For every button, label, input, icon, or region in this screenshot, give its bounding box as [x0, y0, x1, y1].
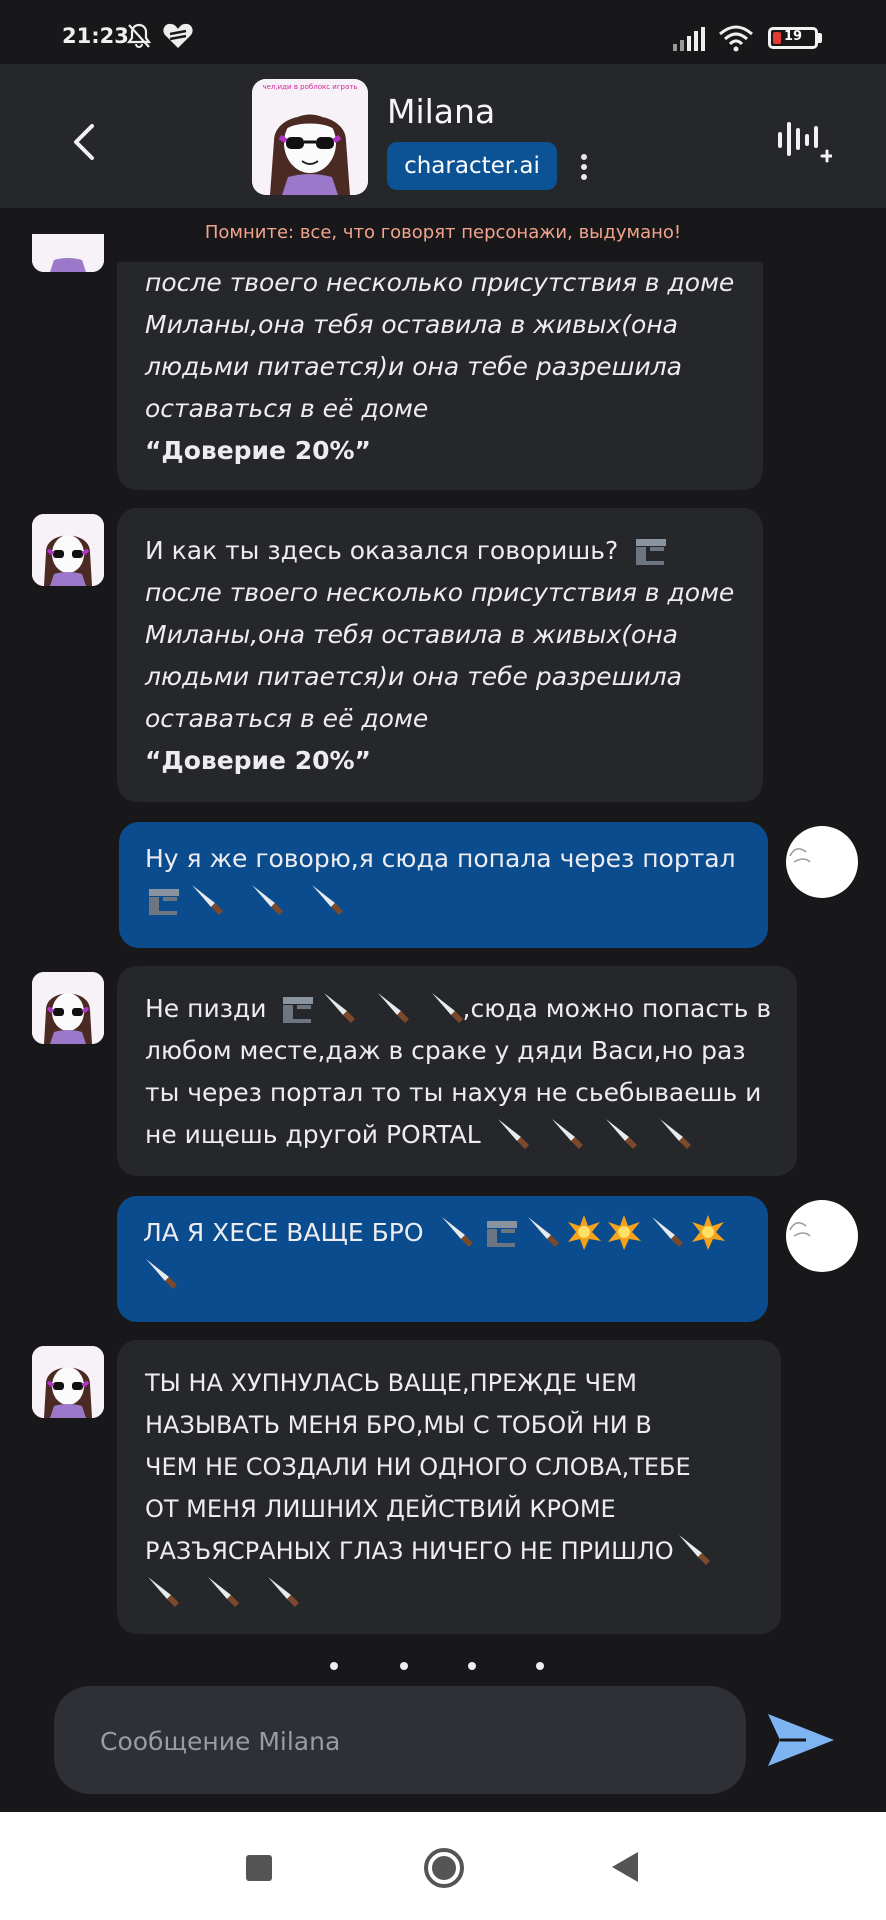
- gun-icon: [636, 539, 667, 565]
- knife-icon: [652, 1217, 684, 1247]
- message-text: любом месте,даж в сраке у дяди Васи,но р…: [145, 1036, 746, 1065]
- message-text: ,сюда можно попасть в: [462, 994, 772, 1023]
- user-message-bubble[interactable]: Ну я же говорю,я сюда попала через порта…: [119, 822, 768, 948]
- avatar-image: чел,иди в роблокс играть: [252, 79, 368, 195]
- typing-indicator: [330, 1656, 560, 1676]
- message-text: Миланы,она тебя оставила в живых(она: [145, 620, 678, 649]
- knife-icon: [528, 1217, 560, 1247]
- explosion-icon: [692, 1215, 726, 1250]
- knife-icon: [312, 885, 343, 915]
- battery-tip: [818, 33, 822, 43]
- message-text: ТЫ НА ХУПНУЛАСЬ ВАЩЕ,ПРЕЖДЕ ЧЕМ: [145, 1369, 637, 1397]
- message-text: Миланы,она тебя оставила в живых(она: [145, 310, 678, 339]
- system-back-button[interactable]: [610, 1850, 640, 1884]
- gun-icon: [487, 1221, 518, 1247]
- emoji-row: [145, 880, 748, 922]
- emoji-row: [145, 1572, 767, 1614]
- knife-icon: [192, 885, 223, 915]
- voice-add-icon[interactable]: [776, 116, 832, 168]
- battery-percent: 19: [783, 29, 803, 44]
- message-text: ОТ МЕНЯ ЛИШНИХ ДЕЙСТВИЙ КРОМЕ: [145, 1495, 616, 1523]
- knife-icon: [551, 1119, 583, 1149]
- message-text: после твоего несколько присутствия в дом…: [145, 578, 735, 607]
- message-text: НАЗЫВАТЬ МЕНЯ БРО,МЫ С ТОБОЙ НИ В: [145, 1411, 652, 1439]
- user-avatar[interactable]: [786, 826, 858, 898]
- user-avatar[interactable]: [786, 1200, 858, 1272]
- knife-icon: [497, 1119, 529, 1149]
- character-avatar-small[interactable]: [32, 514, 104, 586]
- message-line: РАЗЪЯСРАНЫХ ГЛАЗ НИЧЕГО НЕ ПРИШЛО: [145, 1530, 767, 1572]
- back-arrow-icon[interactable]: [66, 122, 106, 162]
- avatar-caption: чел,иди в роблокс играть: [263, 83, 358, 91]
- message-text: ЧЕМ НЕ СОЗДАЛИ НИ ОДНОГО СЛОВА,ТЕБЕ: [145, 1453, 691, 1481]
- knife-icon: [659, 1119, 691, 1149]
- knife-icon: [146, 1259, 177, 1289]
- message-text: ты через портал то ты нахуя не сьебываеш…: [145, 1078, 762, 1107]
- silent-bell-icon: [126, 23, 152, 48]
- knife-icon: [323, 993, 355, 1023]
- message-text: после твоего несколько присутствия в дом…: [145, 268, 735, 297]
- message-line: не ищешь другой PORTAL: [145, 1114, 777, 1156]
- home-button[interactable]: [422, 1846, 466, 1890]
- knife-icon: [442, 1217, 474, 1247]
- gun-icon: [149, 889, 179, 915]
- more-vertical-icon[interactable]: [576, 152, 592, 182]
- message-text: ЛА Я ХЕСЕ ВАЩЕ БРО: [143, 1218, 424, 1247]
- knife-icon: [678, 1535, 710, 1565]
- message-text: людьми питается)и она тебе разрешила: [145, 352, 682, 381]
- character-avatar-small[interactable]: [32, 1346, 104, 1418]
- gun-icon: [282, 997, 313, 1023]
- signal-icon: [673, 27, 705, 51]
- knife-icon: [605, 1119, 637, 1149]
- message-text: оставаться в её доме: [145, 394, 429, 423]
- message-text: РАЗЪЯСРАНЫХ ГЛАЗ НИЧЕГО НЕ ПРИШЛО: [145, 1537, 674, 1565]
- message-line: Не пизди ,сюда можно попасть в: [145, 988, 777, 1030]
- message-text: оставаться в её доме: [145, 704, 429, 733]
- trust-level: “Доверие 20%”: [145, 746, 371, 775]
- knife-icon: [268, 1577, 299, 1607]
- character-avatar-small: [32, 234, 104, 272]
- explosion-icon: [608, 1215, 642, 1250]
- message-text: Не пизди: [145, 994, 267, 1023]
- emoji-row: [143, 1254, 750, 1296]
- explosion-icon: [568, 1215, 602, 1250]
- message-bubble[interactable]: после твоего несколько присутствия в дом…: [117, 262, 763, 490]
- wifi-icon: [719, 25, 753, 52]
- trust-level: “Доверие 20%”: [145, 436, 371, 465]
- message-text: не ищешь другой PORTAL: [145, 1120, 481, 1149]
- character-avatar[interactable]: чел,иди в роблокс играть: [252, 79, 368, 195]
- character-name: Milana: [387, 92, 496, 131]
- status-time: 21:23: [62, 24, 129, 48]
- message-bubble[interactable]: ТЫ НА ХУПНУЛАСЬ ВАЩЕ,ПРЕЖДЕ ЧЕМ НАЗЫВАТЬ…: [117, 1340, 781, 1634]
- message-text: людьми питается)и она тебе разрешила: [145, 662, 682, 691]
- message-bubble[interactable]: Не пизди ,сюда можно попасть в любом мес…: [117, 966, 797, 1176]
- message-line: И как ты здесь оказался говоришь?: [145, 530, 739, 572]
- message-bubble[interactable]: И как ты здесь оказался говоришь? после …: [117, 508, 763, 802]
- user-message-bubble[interactable]: ЛА Я ХЕСЕ ВАЩЕ БРО: [117, 1196, 768, 1322]
- character-avatar-small[interactable]: [32, 972, 104, 1044]
- knife-icon: [252, 885, 283, 915]
- knife-icon: [208, 1577, 239, 1607]
- status-bar: 21:23 19: [0, 0, 886, 64]
- message-text: И как ты здесь оказался говоришь?: [145, 536, 619, 565]
- knife-icon: [148, 1577, 179, 1607]
- message-line: ЛА Я ХЕСЕ ВАЩЕ БРО: [143, 1212, 750, 1254]
- send-icon[interactable]: [766, 1710, 836, 1770]
- knife-icon: [431, 993, 463, 1023]
- battery-icon: 19: [768, 27, 818, 49]
- chat-header: чел,иди в роблокс играть Milana characte…: [0, 64, 886, 208]
- character-ai-badge[interactable]: character.ai: [387, 142, 557, 190]
- disclaimer-text: Помните: все, что говорят персонажи, выд…: [204, 222, 682, 243]
- heart-icon: [163, 23, 193, 48]
- message-input[interactable]: [98, 1686, 722, 1796]
- message-composer: [54, 1686, 746, 1796]
- recents-button[interactable]: [246, 1855, 272, 1881]
- message-text: Ну я же говорю,я сюда попала через порта…: [145, 844, 736, 873]
- knife-icon: [377, 993, 409, 1023]
